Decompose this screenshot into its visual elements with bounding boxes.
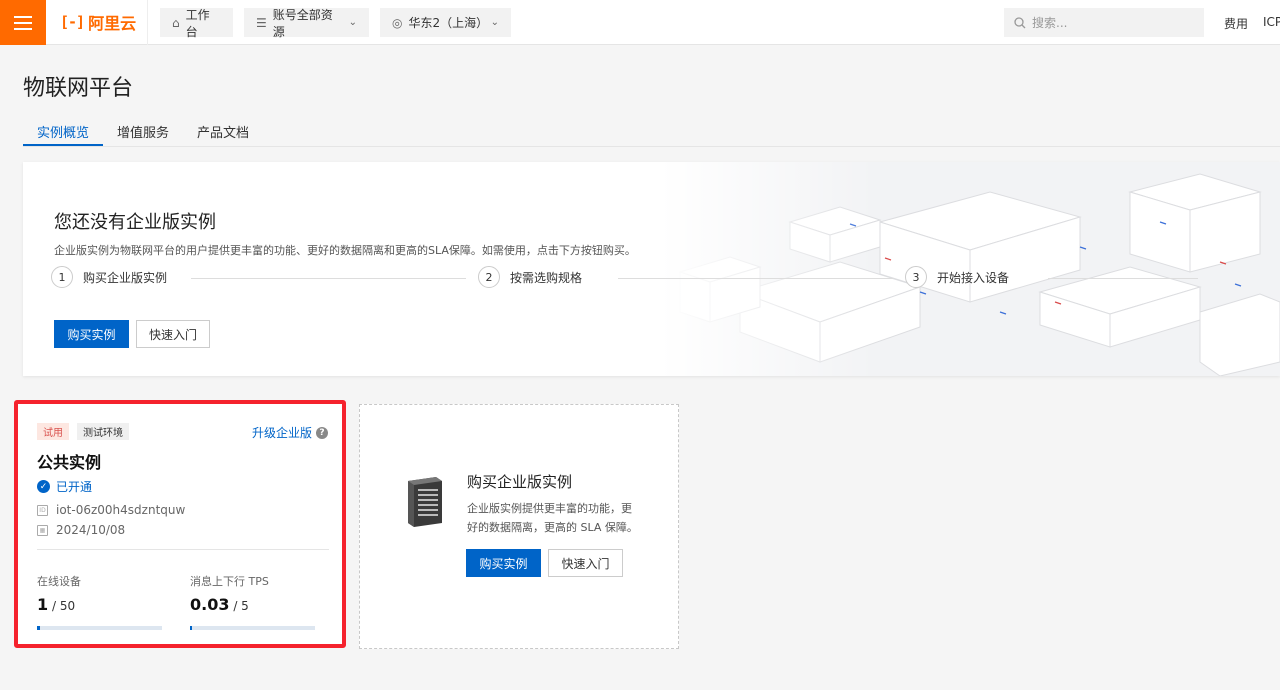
help-icon[interactable]: ? [316, 426, 328, 439]
buy-card-title: 购买企业版实例 [467, 473, 573, 491]
step-number: 3 [905, 266, 927, 288]
step-connect-devices: 3 开始接入设备 [905, 266, 1009, 288]
region-label: 华东2（上海） [408, 16, 489, 30]
search-input[interactable]: 搜索... [1004, 8, 1204, 37]
step-number: 1 [51, 266, 73, 288]
active-tab-indicator [23, 144, 103, 146]
instance-status: ✓ 已开通 [37, 478, 92, 495]
step-label: 购买企业版实例 [83, 270, 168, 285]
buy-instance-button[interactable]: 购买实例 [54, 320, 129, 348]
tab-instance-overview[interactable]: 实例概览 [37, 122, 89, 141]
message-tps-progress [190, 626, 315, 630]
quick-start-button[interactable]: 快速入门 [548, 549, 623, 577]
step-connector [191, 278, 466, 279]
tab-product-docs[interactable]: 产品文档 [197, 122, 249, 141]
upgrade-label: 升级企业版 [251, 426, 312, 440]
location-pin-icon: ◎ [392, 15, 403, 30]
step-buy-instance: 1 购买企业版实例 [51, 266, 167, 288]
message-tps-value: 0.03 [190, 595, 230, 614]
fee-link[interactable]: 费用 [1224, 15, 1248, 32]
online-devices-stat: 在线设备 1 / 50 [37, 573, 162, 630]
buy-card-description: 企业版实例提供更丰富的功能，更好的数据隔离，更高的 SLA 保障。 [467, 502, 638, 534]
online-devices-progress [37, 626, 162, 630]
instance-id: iot-06z00h4sdzntquw [56, 503, 186, 517]
upgrade-enterprise-link[interactable]: 升级企业版 ? [252, 424, 328, 441]
logo-text: 阿里云 [88, 14, 137, 33]
calendar-icon: ▦ [37, 524, 48, 536]
card-divider [37, 549, 329, 550]
instance-name: 公共实例 [37, 453, 102, 472]
progress-fill [190, 626, 192, 630]
message-tps-label: 消息上下行 TPS [190, 575, 269, 588]
trial-tag: 试用 [37, 423, 69, 440]
id-card-icon: ID [37, 504, 48, 516]
icp-link[interactable]: ICP [1263, 15, 1280, 29]
workbench-button[interactable]: ⌂ 工作台 [160, 7, 233, 39]
banner-title: 您还没有企业版实例 [54, 212, 216, 233]
step-connector [1048, 278, 1198, 279]
enterprise-banner: 您还没有企业版实例 企业版实例为物联网平台的用户提供更丰富的功能、更好的数据隔离… [23, 162, 1280, 376]
message-tps-total: / 5 [233, 599, 249, 613]
online-devices-value-row: 1 / 50 [37, 595, 162, 614]
online-devices-total: / 50 [51, 599, 76, 613]
public-instance-card[interactable]: 试用 测试环境 升级企业版 ? 公共实例 ✓ 已开通 ID iot-06z00h… [14, 400, 346, 648]
step-label: 开始接入设备 [937, 270, 1010, 285]
chevron-down-icon: ⌄ [348, 17, 357, 28]
search-icon [1014, 16, 1026, 28]
region-dropdown[interactable]: ◎ 华东2（上海） ⌄ [380, 8, 511, 37]
logo-mark: [-] [60, 13, 85, 31]
page-title: 物联网平台 [23, 76, 134, 101]
online-devices-value: 1 [37, 595, 49, 614]
tab-value-added-services[interactable]: 增值服务 [117, 122, 169, 141]
step-label: 按需选购规格 [510, 270, 583, 285]
status-label: 已开通 [56, 480, 93, 494]
tab-bar: 实例概览 增值服务 产品文档 [23, 114, 1280, 147]
test-env-tag: 测试环境 [77, 423, 129, 440]
logo-divider [147, 0, 148, 45]
instance-id-row: ID iot-06z00h4sdzntquw [37, 503, 185, 517]
menu-icon[interactable] [0, 0, 46, 45]
search-placeholder: 搜索... [1032, 16, 1068, 30]
step-number: 2 [478, 266, 500, 288]
server-icon [408, 477, 442, 527]
top-navbar: [-] 阿里云 ⌂ 工作台 ☰ 账号全部资源 ⌄ ◎ 华东2（上海） ⌄ 搜索.… [0, 0, 1280, 45]
instance-date: 2024/10/08 [56, 523, 126, 537]
check-circle-icon: ✓ [37, 480, 50, 493]
resources-label: 账号全部资源 [272, 7, 333, 39]
banner-description: 企业版实例为物联网平台的用户提供更丰富的功能、更好的数据隔离和更高的SLA保障。… [54, 244, 636, 257]
stack-icon: ☰ [256, 15, 267, 30]
chevron-down-icon: ⌄ [490, 17, 499, 28]
message-tps-value-row: 0.03 / 5 [190, 595, 315, 614]
progress-fill [37, 626, 40, 630]
message-tps-stat: 消息上下行 TPS 0.03 / 5 [190, 573, 315, 630]
workbench-label: 工作台 [185, 7, 210, 39]
home-icon: ⌂ [172, 15, 180, 30]
buy-instance-button[interactable]: 购买实例 [466, 549, 541, 577]
online-devices-label: 在线设备 [37, 575, 81, 588]
step-select-spec: 2 按需选购规格 [478, 266, 582, 288]
resources-dropdown[interactable]: ☰ 账号全部资源 ⌄ [244, 7, 369, 39]
step-connector [618, 278, 893, 279]
buy-enterprise-card: 购买企业版实例 企业版实例提供更丰富的功能，更好的数据隔离，更高的 SLA 保障… [359, 404, 679, 649]
aliyun-logo[interactable]: [-] 阿里云 [60, 12, 137, 33]
instance-date-row: ▦ 2024/10/08 [37, 523, 125, 537]
quick-start-button[interactable]: 快速入门 [136, 320, 210, 348]
